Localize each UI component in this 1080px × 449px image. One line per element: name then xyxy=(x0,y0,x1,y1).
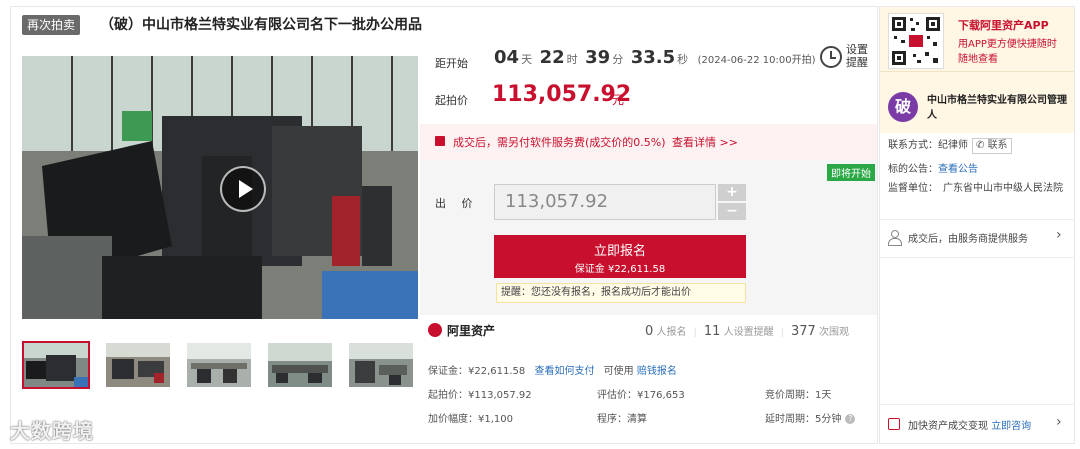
person-icon xyxy=(888,230,902,246)
divider xyxy=(880,219,1074,220)
owner-name: 中山市格兰特实业有限公司管理人 xyxy=(927,95,1067,121)
stats-bar: 0 人报名 | 11 人设置提醒 | 377 次围观 xyxy=(645,324,849,339)
court-value: 广东省中山市中级人民法院 xyxy=(943,183,1063,194)
signup-unit: 人报名 xyxy=(656,327,687,338)
ali-assets-logo-icon xyxy=(428,323,442,337)
start-price-unit: 元 xyxy=(612,93,625,107)
bid-input[interactable]: 113,057.92 xyxy=(494,184,716,220)
page-title: （破）中山市格兰特实业有限公司名下一批办公用品 xyxy=(100,17,422,33)
fee-details-link[interactable]: 查看详情 >> xyxy=(672,134,738,150)
consult-text: 加快资产成交变现 立即咨询 xyxy=(908,417,1031,432)
start-price-value: 113,057.92 xyxy=(492,82,632,107)
start-price-info: 起拍价：¥113,057.92 xyxy=(428,390,532,401)
hours-unit: 时 xyxy=(566,53,578,66)
divider xyxy=(880,257,1074,258)
how-to-pay-link[interactable]: 查看如何支付 xyxy=(534,366,594,377)
deposit-label: 保证金 ¥22,611.58 xyxy=(574,264,666,275)
consult-label: 加快资产成交变现 xyxy=(908,421,988,432)
bid-label: 出 价 xyxy=(435,197,479,210)
chevron-right-icon[interactable]: › xyxy=(1056,227,1062,243)
avatar: 破 xyxy=(888,92,918,122)
court-label: 监督单位： xyxy=(888,183,938,194)
app-description: 用APP更方便快捷随时随地查看 xyxy=(958,39,1057,65)
procedure-info: 程序：清算 xyxy=(597,414,647,425)
platform-name: 阿里资产 xyxy=(447,324,496,338)
cycle-info: 竞价周期：1天 xyxy=(765,390,832,401)
thumbnail-strip xyxy=(22,341,422,391)
days-unit: 天 xyxy=(521,53,533,66)
seconds-unit: 秒 xyxy=(677,53,689,66)
notice-row: 标的公告：查看公告 xyxy=(888,160,978,175)
view-unit: 次围观 xyxy=(818,327,849,338)
start-time: (2024-06-22 10:00开拍) xyxy=(697,55,816,66)
delay-info: 延时周期：5分钟? xyxy=(765,410,856,425)
right-sidebar: 下载阿里资产APP 用APP更方便快捷随时随地查看 破 中山市格兰特实业有限公司… xyxy=(879,6,1075,444)
thumbnail[interactable] xyxy=(104,341,172,389)
reminder-unit: 人设置提醒 xyxy=(723,327,774,338)
countdown-minutes: 39 xyxy=(585,47,611,68)
watermark: 大数跨境 xyxy=(10,419,94,443)
thumbnail[interactable] xyxy=(185,341,253,389)
thumbnail[interactable] xyxy=(22,341,90,389)
delay-text: 延时周期：5分钟 xyxy=(765,414,842,425)
help-icon[interactable]: ? xyxy=(845,414,856,424)
contact-label: 联系方式：纪律师 xyxy=(888,140,968,151)
contact-row: 联系方式：纪律师 ✆ 联系 xyxy=(888,136,1012,154)
set-reminder-button[interactable]: 设置提醒 xyxy=(846,43,872,69)
alarm-clock-icon[interactable] xyxy=(820,46,842,68)
deposit-info: 保证金：¥22,611.58 查看如何支付 可使用 赔钱报名 xyxy=(428,362,677,377)
reauction-badge: 再次拍卖 xyxy=(22,15,81,35)
reminder-count: 11 xyxy=(703,324,721,339)
qr-code-icon xyxy=(888,13,944,69)
appraisal-info: 评估价：¥176,653 xyxy=(597,390,685,401)
signup-label: 立即报名 xyxy=(593,244,646,259)
start-price-label: 起拍价 xyxy=(435,94,468,107)
consult-link[interactable]: 立即咨询 xyxy=(991,421,1031,432)
thumbnail[interactable] xyxy=(266,341,334,389)
chevron-right-icon[interactable]: › xyxy=(1056,414,1062,430)
notice-label: 标的公告： xyxy=(888,164,938,175)
gift-icon xyxy=(435,136,445,146)
increase-button[interactable]: + xyxy=(718,184,746,201)
contact-button[interactable]: ✆ 联系 xyxy=(972,138,1012,154)
court-row: 监督单位： 广东省中山市中级人民法院 xyxy=(888,181,1072,197)
view-notice-link[interactable]: 查看公告 xyxy=(938,164,978,175)
service-fee-notice: 成交后，需另付软件服务费(成交价的0.5%) 查看详情 >> xyxy=(420,124,877,160)
view-count: 377 xyxy=(790,324,816,339)
countdown-days: 04 xyxy=(494,47,520,68)
countdown-seconds: 33.5 xyxy=(630,47,676,68)
gift-icon xyxy=(888,418,900,430)
bid-area: 即将开始 出 价 113,057.92 + − 立即报名 保证金 ¥22,611… xyxy=(420,160,877,315)
app-download: 下载阿里资产APP 用APP更方便快捷随时随地查看 xyxy=(880,7,1074,71)
insurance-prefix: 可使用 xyxy=(603,366,634,377)
reminder-tip: 提醒：您还没有报名，报名成功后才能出价 xyxy=(496,283,746,303)
app-title: 下载阿里资产APP xyxy=(958,19,1049,32)
signup-button[interactable]: 立即报名 保证金 ¥22,611.58 xyxy=(494,235,746,278)
play-icon[interactable] xyxy=(220,166,266,212)
minutes-unit: 分 xyxy=(612,53,624,66)
insurance-link[interactable]: 赔钱报名 xyxy=(637,366,677,377)
countdown-timer: 04 天 22 时 39 分 33.5 秒 (2024-06-22 10:00开拍) xyxy=(494,47,816,68)
thumbnail[interactable] xyxy=(347,341,415,389)
contact-button-label: 联系 xyxy=(987,140,1008,151)
signup-count: 0 xyxy=(645,324,654,339)
service-text[interactable]: 成交后，由服务商提供服务 xyxy=(908,230,1028,245)
fee-text: 成交后，需另付软件服务费(成交价的0.5%) xyxy=(453,136,666,149)
consult-row: 加快资产成交变现 立即咨询 › xyxy=(880,404,1074,444)
owner-card: 破 中山市格兰特实业有限公司管理人 xyxy=(880,71,1074,133)
main-video[interactable] xyxy=(22,56,418,319)
countdown-hours: 22 xyxy=(539,47,565,68)
decrease-button[interactable]: − xyxy=(718,203,746,220)
deposit-text: 保证金：¥22,611.58 xyxy=(428,366,526,377)
status-badge: 即将开始 xyxy=(827,164,875,181)
increment-info: 加价幅度：¥1,100 xyxy=(428,414,513,425)
countdown-label: 距开始 xyxy=(435,57,468,70)
